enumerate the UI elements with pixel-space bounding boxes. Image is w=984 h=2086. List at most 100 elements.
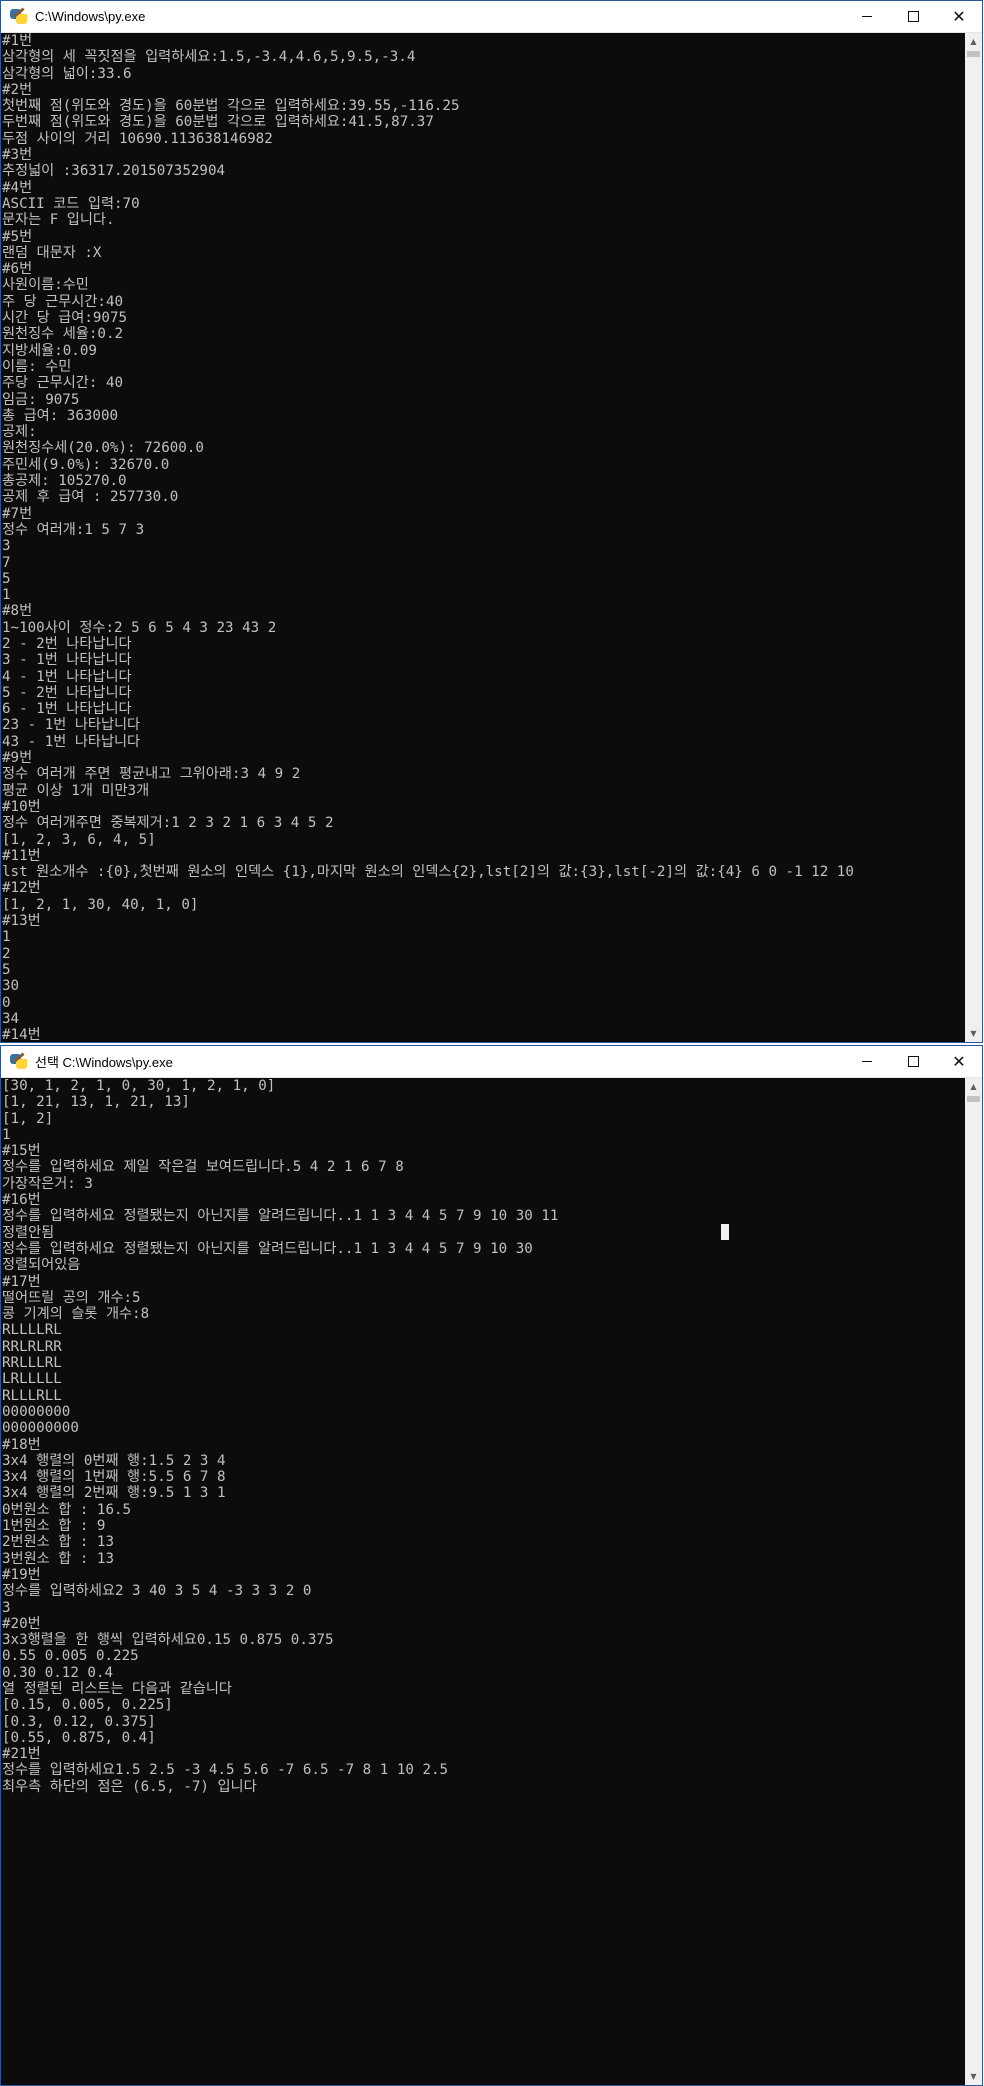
console-window-2: 선택 C:\Windows\py.exe ✕ [30, 1, 2, 1, 0, … [0, 1045, 983, 2086]
console-line: 열 정렬된 리스트는 다음과 같습니다 [2, 1680, 232, 1697]
scroll-up-arrow-icon[interactable]: ▲ [965, 33, 982, 50]
console-line: 1~100사이 정수:2 5 6 5 4 3 23 43 2 [2, 619, 277, 636]
vertical-scrollbar[interactable]: ▲ ▼ [965, 33, 982, 1042]
console-line: [0.55, 0.875, 0.4] [2, 1729, 156, 1746]
console-line: #18번 [2, 1436, 41, 1453]
console-line: 두번째 점(위도와 경도)을 60분법 각으로 입력하세요:41.5,87.37 [2, 114, 434, 131]
minimize-button[interactable] [844, 1046, 890, 1077]
console-line: #17번 [2, 1273, 41, 1290]
console-line: 정수를 입력하세요 정렬됐는지 아닌지를 알려드립니다..1 1 3 4 4 5… [2, 1240, 533, 1257]
console-line: 원천징수세(20.0%): 72600.0 [2, 440, 204, 457]
console-line: #11번 [2, 847, 41, 864]
console-line: 34 [2, 1010, 20, 1027]
console-line: LRLLLLL [2, 1371, 62, 1388]
text-cursor [721, 1224, 729, 1240]
console-line: 3x4 행렬의 2번째 행:9.5 1 3 1 [2, 1485, 226, 1502]
console-line: 4 - 1번 나타납니다 [2, 668, 132, 685]
scroll-down-arrow-icon[interactable]: ▼ [965, 2068, 982, 2085]
console-line: [30, 1, 2, 1, 0, 30, 1, 2, 1, 0] [2, 1078, 276, 1094]
console-line: 공제 후 급여 : 257730.0 [2, 489, 179, 506]
console-line: 정수를 입력하세요 정렬됐는지 아닌지를 알려드립니다..1 1 3 4 4 5… [2, 1208, 559, 1225]
console-line: 3 [2, 538, 11, 555]
console-line: #8번 [2, 603, 33, 620]
console-line: 최우측 하단의 점은 (6.5, -7) 입니다 [2, 1778, 257, 1795]
scroll-down-arrow-icon[interactable]: ▼ [965, 1025, 982, 1042]
console-line: 3x3행렬을 한 행씩 입력하세요0.15 0.875 0.375 [2, 1632, 334, 1649]
scroll-up-arrow-icon[interactable]: ▲ [965, 1078, 982, 1095]
console-line: #16번 [2, 1192, 41, 1209]
console-line: 정렬안됨 [2, 1224, 55, 1241]
console-line: 7 [2, 554, 11, 571]
console-line: #20번 [2, 1615, 41, 1632]
console-line: 공제: [2, 424, 37, 441]
console-line: [1, 2, 1, 30, 40, 1, 0] [2, 896, 199, 913]
console-line: 시간 당 급여:9075 [2, 310, 128, 327]
maximize-icon [907, 1056, 919, 1067]
console-line: #5번 [2, 228, 33, 245]
python-app-icon[interactable] [10, 1052, 27, 1069]
console-line: lst 원소개수 :{0},첫번째 원소의 인덱스 {1},마지막 원소의 인덱… [2, 864, 854, 881]
vertical-scrollbar[interactable]: ▲ ▼ [965, 1078, 982, 2085]
console-line: 3번원소 합 : 13 [2, 1550, 115, 1567]
scroll-thumb[interactable] [967, 51, 980, 57]
console-line: 30 [2, 978, 20, 995]
close-icon: ✕ [952, 1052, 966, 1071]
console-line: 5 [2, 570, 11, 587]
console-text: #1번 삼각형의 세 꼭짓점을 입력하세요:1.5,-3.4,4.6,5,9.5,… [1, 33, 965, 1042]
console-line: 첫번째 점(위도와 경도)을 60분법 각으로 입력하세요:39.55,-116… [2, 98, 460, 115]
close-button[interactable]: ✕ [936, 1, 982, 32]
title-bar[interactable]: C:\Windows\py.exe ✕ [1, 1, 982, 33]
console-line: #4번 [2, 179, 33, 196]
python-app-icon[interactable] [10, 7, 27, 24]
console-line: 0.55 0.005 0.225 [2, 1648, 139, 1665]
maximize-button[interactable] [890, 1, 936, 32]
console-line: 떨어뜨릴 공의 개수:5 [2, 1289, 141, 1306]
console-line: 문자는 F 입니다. [2, 212, 115, 229]
console-line: [1, 21, 13, 1, 21, 13] [2, 1094, 190, 1111]
console-output[interactable]: #1번 삼각형의 세 꼭짓점을 입력하세요:1.5,-3.4,4.6,5,9.5,… [1, 33, 965, 1042]
console-line: #1번 [2, 33, 33, 49]
console-line: 6 - 1번 나타납니다 [2, 701, 132, 718]
console-line: #3번 [2, 147, 33, 164]
console-line: 랜덤 대문자 :X [2, 244, 102, 261]
console-line: 3 [2, 1599, 11, 1616]
console-line: 3x4 행렬의 1번째 행:5.5 6 7 8 [2, 1469, 226, 1486]
console-line: RLLLRLL [2, 1387, 62, 1404]
title-bar[interactable]: 선택 C:\Windows\py.exe ✕ [1, 1046, 982, 1078]
console-line: 정수를 입력하세요 제일 작은걸 보여드립니다.5 4 2 1 6 7 8 [2, 1159, 404, 1176]
console-line: 23 - 1번 나타납니다 [2, 717, 141, 734]
console-window-1: C:\Windows\py.exe ✕ #1번 삼각형의 세 꼭짓점을 입력하세요… [0, 0, 983, 1043]
console-line: 00000000 [2, 1403, 71, 1420]
console-line: #13번 [2, 913, 41, 930]
console-output[interactable]: [30, 1, 2, 1, 0, 30, 1, 2, 1, 0] [1, 21, … [1, 1078, 965, 2085]
console-line: 지방세율:0.09 [2, 342, 97, 359]
console-line: [0.3, 0.12, 0.375] [2, 1713, 156, 1730]
console-line: 총 급여: 363000 [2, 407, 119, 424]
console-line: 정수 여러개주면 중복제거:1 2 3 2 1 6 3 4 5 2 [2, 815, 334, 832]
scroll-thumb[interactable] [967, 1096, 980, 1102]
minimize-button[interactable] [844, 1, 890, 32]
console-line: 정수를 입력하세요1.5 2.5 -3 4.5 5.6 -7 6.5 -7 8 … [2, 1762, 449, 1779]
console-line: 2번원소 합 : 13 [2, 1534, 115, 1551]
console-line: 정수 여러개 주면 평균내고 그위아래:3 4 9 2 [2, 766, 301, 783]
close-button[interactable]: ✕ [936, 1046, 982, 1077]
console-line: #10번 [2, 798, 41, 815]
console-line: 1 [2, 587, 11, 604]
console-line: 1 [2, 929, 11, 946]
console-line: 주당 근무시간: 40 [2, 375, 124, 392]
console-line: 2 - 2번 나타납니다 [2, 635, 132, 652]
console-line: 0.30 0.12 0.4 [2, 1664, 114, 1681]
console-line: RLLLLRL [2, 1322, 62, 1339]
console-line: ASCII 코드 입력:70 [2, 195, 140, 212]
console-line: 정수 여러개:1 5 7 3 [2, 521, 145, 538]
console-line: RRLRLRR [2, 1338, 62, 1355]
console-line: 이름: 수민 [2, 358, 72, 375]
console-line: 추정넓이 :36317.201507352904 [2, 163, 226, 180]
maximize-button[interactable] [890, 1046, 936, 1077]
console-line: 2 [2, 945, 11, 962]
window-title: C:\Windows\py.exe [35, 9, 146, 24]
console-line: 삼각형의 세 꼭짓점을 입력하세요:1.5,-3.4,4.6,5,9.5,-3.… [2, 49, 416, 66]
console-line: 주 당 근무시간:40 [2, 293, 124, 310]
console-line: 원천징수 세율:0.2 [2, 326, 124, 343]
minimize-icon [862, 1061, 872, 1062]
